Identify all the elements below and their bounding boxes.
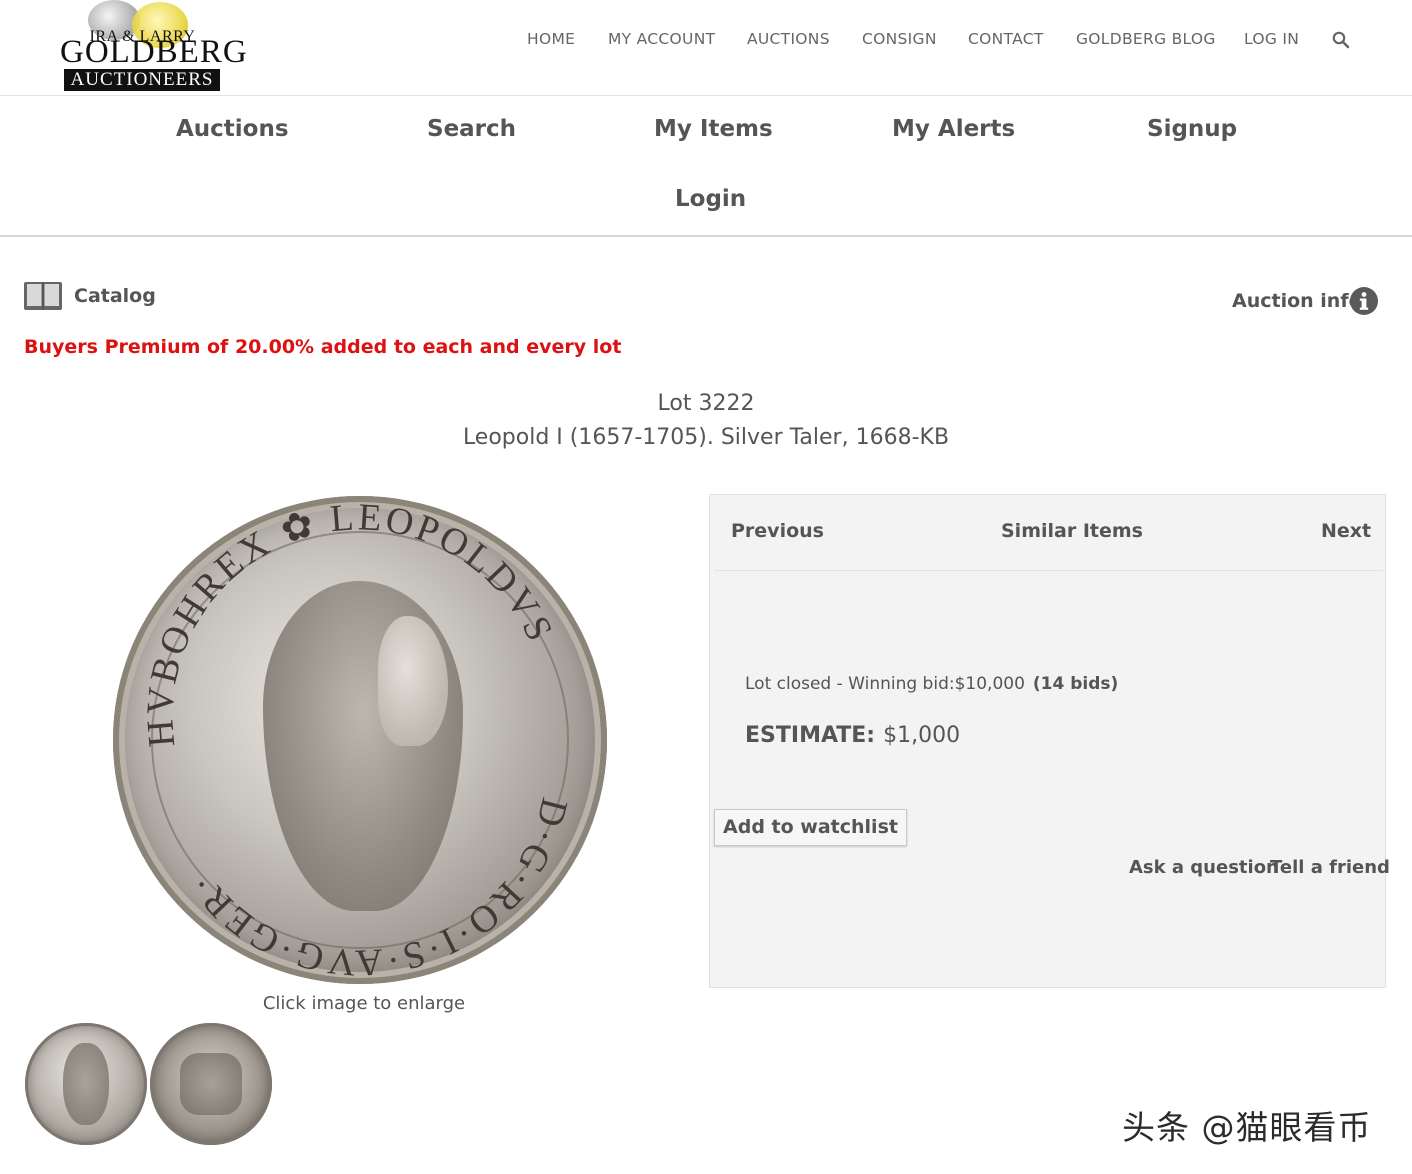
thumbnail-reverse[interactable] bbox=[150, 1023, 272, 1145]
similar-items-link[interactable]: Similar Items bbox=[1001, 520, 1143, 542]
top-nav-log-in[interactable]: LOG IN bbox=[1244, 30, 1299, 48]
top-nav-home[interactable]: HOME bbox=[527, 30, 575, 48]
add-to-watchlist-button[interactable]: Add to watchlist bbox=[714, 809, 907, 846]
auction-info-link[interactable]: Auction info bbox=[1232, 290, 1362, 312]
auction-nav-my-alerts[interactable]: My Alerts bbox=[892, 116, 1015, 142]
thumbnail-obverse-portrait bbox=[63, 1043, 109, 1125]
info-icon[interactable] bbox=[1349, 286, 1379, 316]
auction-nav-auctions[interactable]: Auctions bbox=[176, 116, 289, 142]
auction-nav-search[interactable]: Search bbox=[427, 116, 516, 142]
book-icon bbox=[24, 282, 62, 310]
auction-nav: Auctions Search My Items My Alerts Signu… bbox=[0, 96, 1412, 237]
top-nav-goldberg-blog[interactable]: GOLDBERG BLOG bbox=[1076, 30, 1216, 48]
estimate-value: $1,000 bbox=[883, 723, 961, 748]
thumbnail-reverse-eagle bbox=[180, 1053, 242, 1115]
svg-text:HVBOHREX ✿ LEOPOLDVS: HVBOHREX ✿ LEOPOLDVS bbox=[139, 496, 562, 748]
svg-text:D·G·RO·I·S·AVG·GER·: D·G·RO·I·S·AVG·GER· bbox=[180, 794, 576, 984]
watermark: 头条 @猫眼看币 bbox=[1122, 1108, 1372, 1147]
logo-line-2: GOLDBERG bbox=[60, 34, 248, 70]
bid-count[interactable]: (14 bids) bbox=[1033, 674, 1118, 694]
top-nav-contact[interactable]: CONTACT bbox=[968, 30, 1044, 48]
logo-line-3: AUCTIONEERS bbox=[64, 69, 220, 91]
top-nav-my-account[interactable]: MY ACCOUNT bbox=[608, 30, 715, 48]
lot-status: Lot closed - Winning bid:$10,000 (14 bids… bbox=[745, 674, 1118, 694]
lot-number: Lot 3222 bbox=[657, 391, 755, 416]
auction-nav-login[interactable]: Login bbox=[675, 186, 746, 212]
lot-navigation: Previous Similar Items Next bbox=[714, 495, 1383, 571]
winning-bid-text: Lot closed - Winning bid:$10,000 bbox=[745, 674, 1025, 694]
coin-legend-top: HVBOHREX ✿ LEOPOLDVS bbox=[139, 496, 559, 748]
bid-panel: Previous Similar Items Next Lot closed -… bbox=[709, 494, 1390, 988]
thumbnail-obverse[interactable] bbox=[25, 1023, 147, 1145]
next-lot-link[interactable]: Next bbox=[1321, 520, 1371, 542]
auction-nav-my-items[interactable]: My Items bbox=[654, 116, 773, 142]
catalog-label: Catalog bbox=[74, 285, 156, 307]
previous-lot-link[interactable]: Previous bbox=[731, 520, 824, 542]
search-icon[interactable] bbox=[1331, 30, 1351, 50]
estimate: ESTIMATE: $1,000 bbox=[745, 723, 960, 748]
coin-legend: HVBOHREX ✿ LEOPOLDVS D·G·RO·I·S·AVG·GER· bbox=[139, 496, 576, 984]
lot-title: Leopold I (1657-1705). Silver Taler, 166… bbox=[462, 425, 950, 450]
coin-legend-bottom: D·G·RO·I·S·AVG·GER· bbox=[180, 794, 573, 984]
image-caption: Click image to enlarge bbox=[262, 993, 466, 1014]
auction-nav-signup[interactable]: Signup bbox=[1147, 116, 1237, 142]
estimate-label: ESTIMATE: bbox=[745, 723, 876, 748]
site-logo[interactable]: IRA & LARRY GOLDBERG AUCTIONEERS bbox=[60, 0, 248, 92]
ask-a-question-link[interactable]: Ask a question bbox=[1129, 857, 1279, 878]
coin-obverse-image[interactable]: HVBOHREX ✿ LEOPOLDVS D·G·RO·I·S·AVG·GER· bbox=[113, 496, 607, 984]
tell-a-friend-link[interactable]: Tell a friend bbox=[1270, 857, 1390, 878]
site-header: IRA & LARRY GOLDBERG AUCTIONEERS HOME MY… bbox=[0, 0, 1412, 96]
top-nav-auctions[interactable]: AUCTIONS bbox=[747, 30, 830, 48]
top-nav-consign[interactable]: CONSIGN bbox=[862, 30, 937, 48]
buyers-premium-notice: Buyers Premium of 20.00% added to each a… bbox=[24, 336, 622, 358]
